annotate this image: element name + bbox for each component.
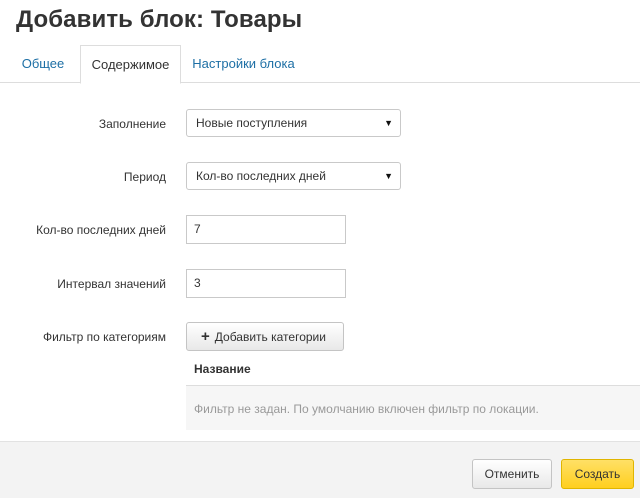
tab-block-settings[interactable]: Настройки блока xyxy=(186,45,301,83)
create-button[interactable]: Создать xyxy=(561,459,634,489)
dropdown-arrow-icon: ▼ xyxy=(384,171,393,181)
add-categories-button[interactable]: + Добавить категории xyxy=(186,322,344,351)
fill-label: Заполнение xyxy=(98,117,166,131)
dialog-title: Добавить блок: Товары xyxy=(16,6,303,33)
category-filter-label: Фильтр по категориям xyxy=(42,330,166,344)
add-categories-label: Добавить категории xyxy=(214,330,326,344)
dialog-footer: Отменить Создать xyxy=(0,441,640,498)
fill-select[interactable]: Новые поступления ▼ xyxy=(186,109,401,137)
add-block-dialog: Добавить блок: Товары Общее Содержимое Н… xyxy=(0,0,640,498)
plus-icon: + xyxy=(201,328,210,345)
fill-select-value: Новые поступления xyxy=(196,116,308,130)
period-label: Период xyxy=(123,170,166,184)
period-select-value: Кол-во последних дней xyxy=(196,169,326,183)
period-select[interactable]: Кол-во последних дней ▼ xyxy=(186,162,401,190)
dropdown-arrow-icon: ▼ xyxy=(384,118,393,128)
interval-label: Интервал значений xyxy=(57,277,166,291)
category-table-header: Название xyxy=(186,353,640,386)
days-input[interactable]: 7 xyxy=(186,215,346,244)
interval-input[interactable]: 3 xyxy=(186,269,346,298)
tab-bar: Общее Содержимое Настройки блока xyxy=(0,45,640,84)
category-table-empty: Фильтр не задан. По умолчанию включен фи… xyxy=(186,386,640,430)
days-label: Кол-во последних дней xyxy=(36,223,166,237)
tab-content[interactable]: Содержимое xyxy=(80,45,181,84)
cancel-button[interactable]: Отменить xyxy=(472,459,552,489)
tab-general[interactable]: Общее xyxy=(10,45,76,83)
